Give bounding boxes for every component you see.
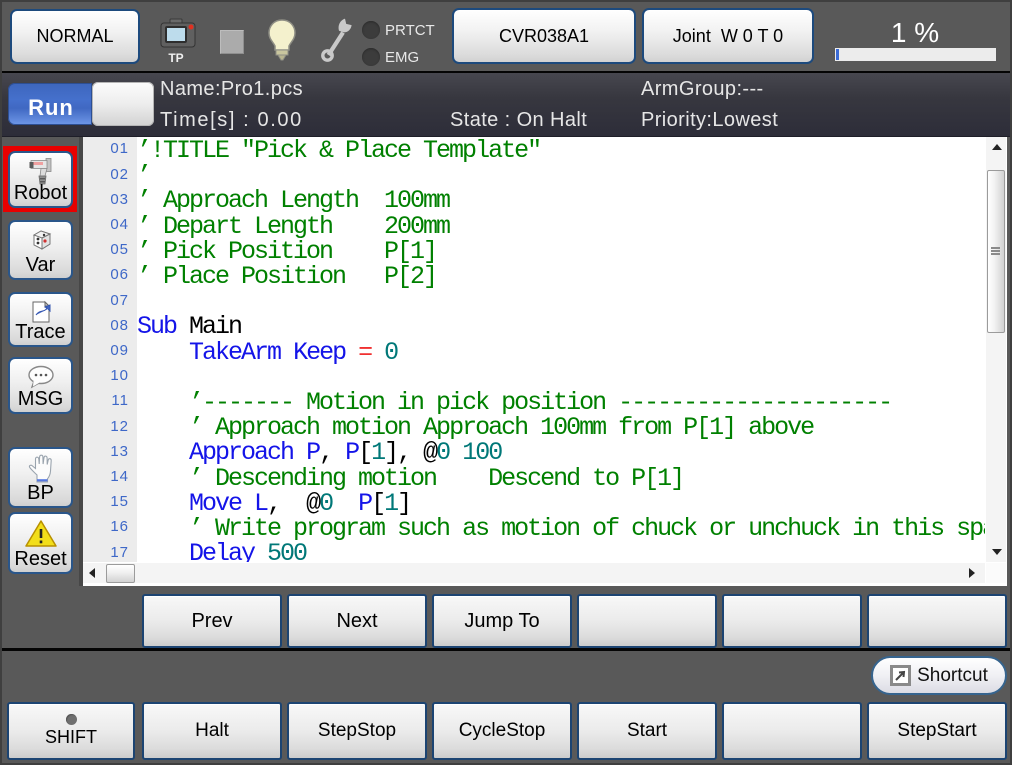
svg-text:TP: TP [168,51,183,64]
